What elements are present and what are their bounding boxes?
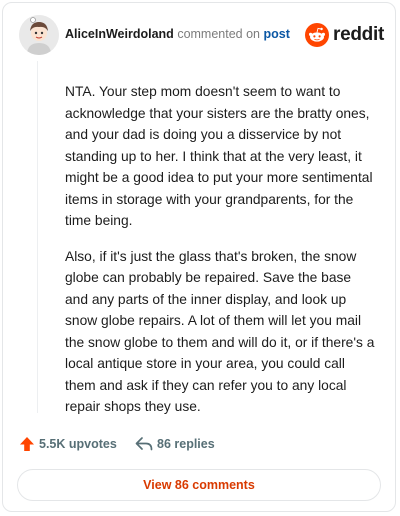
reply-count: 86 replies (157, 437, 215, 451)
comment-card: AliceInWeirdoland commented on post redd… (2, 2, 396, 512)
upvote-count: 5.5K upvotes (39, 437, 117, 451)
comment-paragraph: Also, if it's just the glass that's brok… (65, 248, 375, 415)
avatar-icon (19, 15, 59, 55)
action-text: commented on (177, 27, 260, 41)
username-link[interactable]: AliceInWeirdoland (65, 27, 174, 41)
reddit-wordmark: reddit (333, 24, 384, 45)
post-link[interactable]: post (263, 27, 289, 41)
thread-line (37, 61, 38, 413)
comment-body: NTA. Your step mom doesn't seem to want … (65, 81, 375, 432)
user-avatar[interactable] (19, 15, 59, 55)
reply-arrow-icon[interactable] (135, 436, 153, 452)
comment-header: AliceInWeirdoland commented on post redd… (19, 15, 384, 55)
view-comments-button[interactable]: View 86 comments (17, 469, 381, 501)
comment-meta: AliceInWeirdoland commented on post (65, 27, 290, 41)
upvote-arrow-icon[interactable] (19, 436, 35, 452)
comment-paragraph: NTA. Your step mom doesn't seem to want … (65, 84, 373, 228)
reddit-snoo-icon (305, 23, 329, 47)
reddit-logo[interactable]: reddit (305, 23, 384, 47)
